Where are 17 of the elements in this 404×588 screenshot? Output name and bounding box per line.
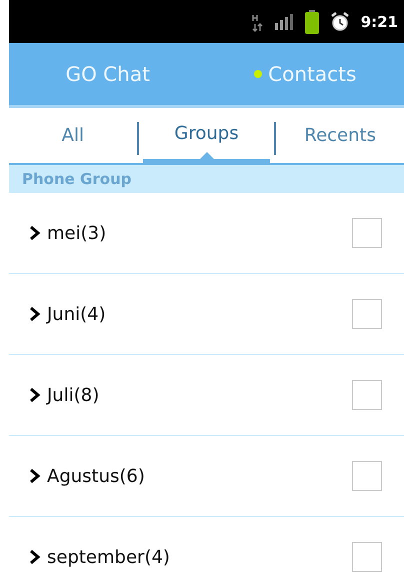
checkbox[interactable] — [352, 218, 382, 248]
tab[interactable]: All — [9, 108, 137, 163]
group-name[interactable]: mei(3) — [47, 222, 352, 244]
battery-icon — [304, 10, 319, 34]
checkbox[interactable] — [352, 380, 382, 410]
group-name[interactable]: Juli(8) — [47, 384, 352, 406]
group-name[interactable]: Juni(4) — [47, 304, 352, 324]
group-name[interactable]: Agustus(6) — [47, 466, 352, 486]
section-title: Phone Group — [22, 170, 132, 188]
alarm-clock-icon — [330, 12, 349, 32]
group-name[interactable]: september(4) — [47, 546, 352, 568]
checkbox[interactable] — [352, 461, 382, 491]
clock-time: 9:21 — [360, 12, 398, 30]
checkbox[interactable] — [352, 299, 382, 329]
checkbox[interactable] — [352, 542, 382, 572]
tab[interactable]: Recents — [276, 108, 404, 163]
signal-icon — [274, 14, 293, 30]
